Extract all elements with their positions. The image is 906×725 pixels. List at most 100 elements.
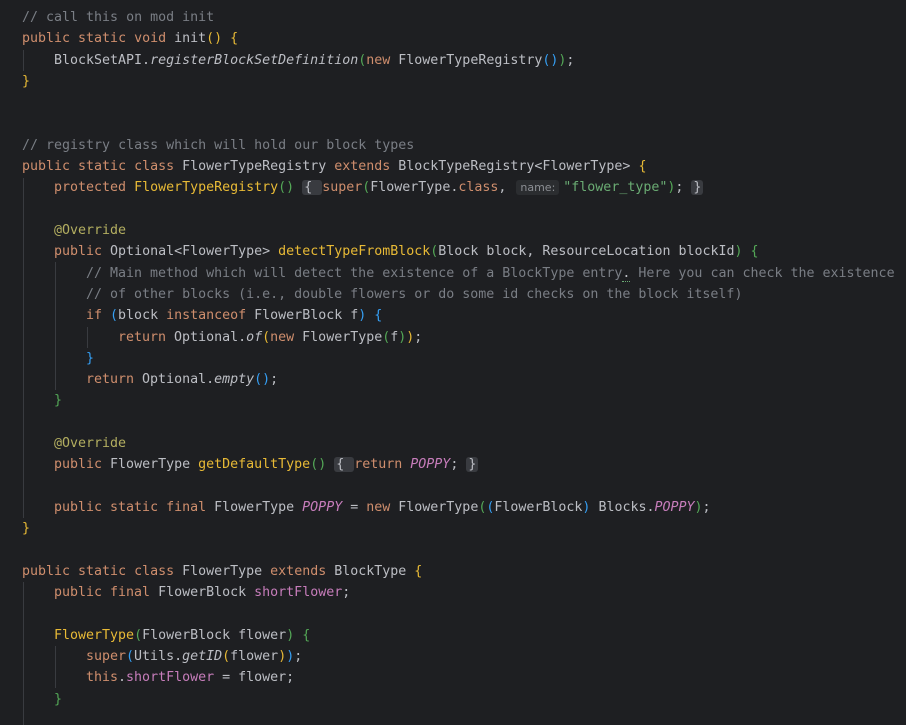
code-token: () bbox=[254, 372, 271, 388]
code-token: BlockType bbox=[334, 563, 415, 579]
code-line[interactable]: BlockSetAPI.registerBlockSetDefinition(n… bbox=[54, 50, 574, 71]
code-token: Optional. bbox=[142, 372, 215, 388]
code-token: ( bbox=[262, 329, 271, 345]
code-token: ; bbox=[566, 52, 575, 68]
folded-region: } bbox=[691, 180, 704, 196]
code-token: return bbox=[354, 457, 411, 473]
code-line[interactable]: public final FlowerBlock shortFlower; bbox=[54, 582, 350, 603]
code-token: init bbox=[174, 31, 207, 47]
code-line[interactable]: } bbox=[54, 390, 62, 411]
indent-guide bbox=[87, 327, 88, 348]
code-token: public bbox=[54, 244, 111, 260]
code-line[interactable]: public static final FlowerType POPPY = n… bbox=[54, 497, 711, 518]
code-line[interactable]: this.shortFlower = flower; bbox=[86, 667, 294, 688]
indent-guide bbox=[55, 262, 56, 390]
code-line[interactable]: // of other blocks (i.e., double flowers… bbox=[86, 284, 742, 305]
folded-region: { bbox=[302, 180, 323, 196]
indent-guide bbox=[23, 50, 24, 71]
code-token: FlowerBlock f bbox=[254, 308, 359, 324]
code-line[interactable]: // call this on mod init bbox=[22, 7, 214, 28]
parameter-hint: name: bbox=[516, 180, 560, 196]
code-token: class bbox=[458, 180, 499, 196]
code-token: () bbox=[206, 31, 223, 47]
code-editor[interactable]: // call this on mod init public static vo… bbox=[0, 0, 906, 725]
code-line[interactable]: public Optional<FlowerType> detectTypeFr… bbox=[54, 241, 759, 262]
code-token: ) bbox=[734, 244, 743, 260]
code-token: public static final bbox=[54, 499, 215, 515]
code-line[interactable]: public static class FlowerTypeRegistry e… bbox=[22, 156, 646, 177]
code-token: FlowerBlock bbox=[494, 499, 583, 515]
code-line[interactable]: public static void init() { bbox=[22, 28, 238, 49]
code-token: super bbox=[86, 649, 127, 664]
code-line[interactable]: return Optional.of(new FlowerType(f)); bbox=[118, 327, 422, 348]
code-token: Block block, ResourceLocation blockId bbox=[438, 244, 735, 260]
code-token: shortFlower bbox=[254, 585, 343, 601]
code-token: FlowerTypeRegistry bbox=[182, 159, 335, 175]
code-token: ; bbox=[450, 457, 467, 473]
code-token: POPPY bbox=[654, 499, 695, 515]
code-line[interactable]: } bbox=[86, 348, 94, 369]
folded-region: { bbox=[334, 457, 355, 473]
code-line[interactable]: @Override bbox=[54, 220, 126, 241]
code-token: // call this on mod init bbox=[22, 10, 215, 25]
code-token: ; bbox=[702, 499, 711, 515]
code-token: public static class bbox=[22, 159, 183, 175]
code-line[interactable]: } bbox=[22, 71, 30, 92]
code-token: FlowerBlock flower bbox=[142, 627, 287, 643]
code-token: () bbox=[542, 52, 559, 68]
code-token: detectTypeFromBlock bbox=[278, 244, 431, 260]
code-token: Blocks. bbox=[590, 499, 655, 515]
code-token: { bbox=[230, 31, 239, 47]
indent-guide bbox=[23, 582, 24, 725]
code-token: { bbox=[638, 159, 647, 175]
code-token: FlowerType bbox=[398, 499, 479, 515]
code-token: empty bbox=[214, 372, 255, 388]
code-token: Utils. bbox=[134, 649, 183, 664]
code-token: return bbox=[86, 372, 143, 388]
code-token: public static void bbox=[22, 31, 175, 47]
code-token: @Override bbox=[54, 223, 127, 238]
code-line[interactable]: public static class FlowerType extends B… bbox=[22, 561, 422, 582]
indent-guide bbox=[23, 178, 24, 518]
code-line[interactable]: } bbox=[54, 689, 62, 710]
code-token: { bbox=[374, 308, 383, 324]
code-token: ( bbox=[222, 649, 231, 664]
code-token: @Override bbox=[54, 436, 127, 451]
code-line[interactable]: protected FlowerTypeRegistry() { super(F… bbox=[54, 177, 704, 198]
code-token: = bbox=[342, 499, 367, 515]
code-token: extends bbox=[334, 159, 399, 175]
code-token: instanceof bbox=[166, 308, 255, 324]
code-line[interactable]: return Optional.empty(); bbox=[86, 369, 278, 390]
code-token: new bbox=[366, 52, 399, 68]
code-token: () bbox=[310, 457, 327, 473]
code-token: BlockTypeRegistry<FlowerType> bbox=[398, 159, 639, 175]
code-token: FlowerType bbox=[182, 563, 271, 579]
code-line[interactable]: } bbox=[22, 518, 30, 539]
code-token: POPPY bbox=[302, 499, 343, 515]
code-token: // registry class which will hold our bl… bbox=[22, 137, 415, 153]
code-token: Optional<FlowerType> bbox=[110, 244, 279, 260]
code-token: } bbox=[22, 521, 31, 537]
code-token: ( bbox=[134, 627, 143, 643]
code-token: "flower_type" bbox=[563, 180, 668, 196]
code-line[interactable]: super(Utils.getID(flower)); bbox=[86, 646, 302, 667]
code-token: ; bbox=[414, 329, 423, 345]
code-token: Optional. bbox=[174, 329, 247, 345]
code-token: FlowerTypeRegistry bbox=[398, 52, 543, 68]
code-line[interactable]: public FlowerType getDefaultType() { ret… bbox=[54, 454, 479, 475]
code-token: protected bbox=[54, 180, 135, 196]
code-token: ) bbox=[286, 627, 295, 643]
code-token: ; bbox=[342, 585, 351, 601]
code-token: } bbox=[22, 73, 31, 89]
code-line[interactable]: // Main method which will detect the exi… bbox=[86, 263, 895, 284]
code-line[interactable]: // registry class which will hold our bl… bbox=[22, 135, 414, 156]
code-line[interactable]: if (block instanceof FlowerBlock f) { bbox=[86, 305, 382, 326]
code-token: extends bbox=[270, 563, 335, 579]
code-token: ( bbox=[126, 649, 135, 664]
code-line[interactable]: @Override bbox=[54, 433, 126, 454]
code-token: this bbox=[86, 670, 119, 686]
code-token: ) bbox=[694, 499, 703, 515]
code-line[interactable]: FlowerType(FlowerBlock flower) { bbox=[54, 625, 310, 646]
